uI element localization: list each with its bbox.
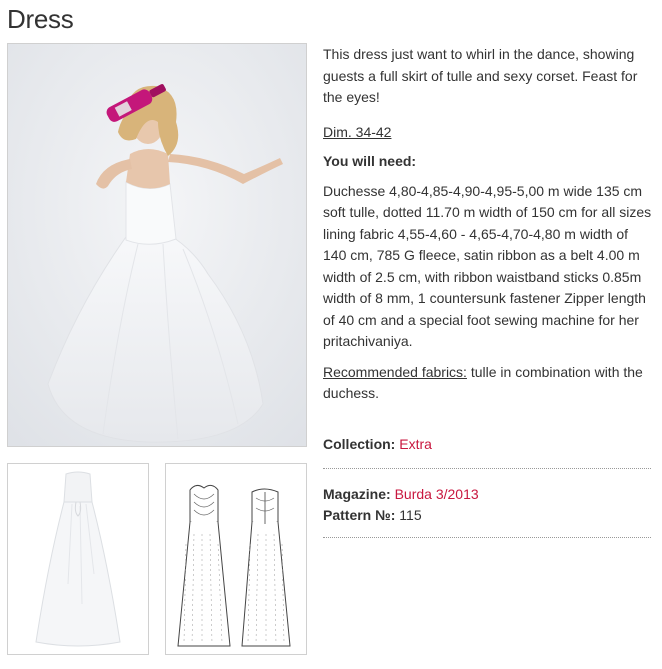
you-will-need-heading: You will need: <box>323 153 417 169</box>
collection-label: Collection: <box>323 436 396 452</box>
pattern-drawing-thumbnail[interactable] <box>165 463 307 655</box>
divider <box>323 468 651 469</box>
divider <box>323 537 651 538</box>
materials-text: Duchesse 4,80-4,85-4,90-4,95-5,00 m wide… <box>323 182 652 350</box>
dress-thumbnail-illustration <box>8 464 148 654</box>
main-photo-illustration <box>8 44 306 446</box>
recommended-fabrics: Recommended fabrics: tulle in combinatio… <box>323 362 653 405</box>
dress-description-block: This dress just want to whirl in the dan… <box>323 44 653 416</box>
pattern-number-label: Pattern №: <box>323 507 396 523</box>
pattern-number-value: 115 <box>399 507 422 523</box>
magazine-info: Magazine: Burda 3/2013 Pattern №: 115 <box>323 484 479 526</box>
pattern-drawing-illustration <box>166 464 306 654</box>
description-text: This dress just want to whirl in the dan… <box>323 46 638 105</box>
collection-link[interactable]: Extra <box>399 436 432 452</box>
magazine-link[interactable]: Burda 3/2013 <box>395 486 479 502</box>
recommended-fabrics-link[interactable]: Recommended fabrics: <box>323 364 467 380</box>
main-photo[interactable] <box>7 43 307 447</box>
page-title: Dress <box>7 4 74 34</box>
dress-thumbnail[interactable] <box>7 463 149 655</box>
dimensions-link[interactable]: Dim. 34-42 <box>323 122 653 144</box>
magazine-label: Magazine: <box>323 486 391 502</box>
collection-row: Collection: Extra <box>323 436 432 452</box>
